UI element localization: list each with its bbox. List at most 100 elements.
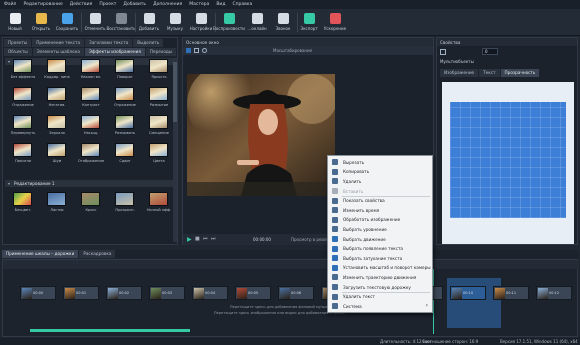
context-menu-item[interactable]: Вставить: [328, 187, 434, 196]
select-tool-icon[interactable]: [186, 48, 191, 53]
effect-thumbnail[interactable]: [149, 143, 168, 157]
effect-thumbnail[interactable]: [81, 192, 100, 206]
properties-tab[interactable]: Прозрачность: [500, 69, 540, 77]
timeline-clip[interactable]: 00:05: [235, 286, 271, 300]
object-selector[interactable]: Мультиобъекты: [440, 59, 474, 64]
context-menu-item[interactable]: Загрузить текстовую дорожку: [328, 283, 434, 292]
toolbar-button-10[interactable]: …онлайн: [244, 11, 270, 34]
effect-thumbnail[interactable]: [81, 143, 100, 157]
timeline-tab[interactable]: Применение шкалы – дорожки: [2, 250, 79, 258]
scrollbar-thumb[interactable]: [173, 62, 177, 122]
effect-thumbnail[interactable]: [47, 115, 66, 129]
context-menu-item[interactable]: Вырезать: [328, 158, 434, 167]
toolbar-button-7[interactable]: Музыку: [162, 11, 188, 34]
opacity-chart[interactable]: [450, 102, 566, 218]
stop-icon[interactable]: ■: [195, 236, 200, 242]
context-menu-item[interactable]: Выбрать появление текста: [328, 244, 434, 253]
effect-thumbnail[interactable]: [13, 87, 32, 101]
effect-thumbnail[interactable]: [115, 192, 134, 206]
effect-thumbnail[interactable]: [149, 87, 168, 101]
menu-item[interactable]: Действия: [70, 2, 93, 7]
effect-thumbnail[interactable]: [13, 143, 32, 157]
library-top-tab[interactable]: Применение текста: [32, 39, 85, 47]
library-tab[interactable]: Элементы шаблона: [32, 48, 84, 56]
effect-thumbnail[interactable]: [47, 192, 66, 206]
context-menu-item[interactable]: Изменить траекторию движения: [328, 273, 434, 282]
timeline-clip[interactable]: 00:01: [63, 286, 99, 300]
context-menu-item[interactable]: Выбрать движение: [328, 235, 434, 244]
properties-tab[interactable]: Текст: [479, 69, 500, 77]
library-tab[interactable]: Эффекты изображения: [84, 48, 145, 56]
toolbar-button-13[interactable]: Ускорение: [322, 11, 348, 34]
properties-tab[interactable]: Изображение: [440, 69, 479, 77]
toolbar-button-11[interactable]: Звонок: [270, 11, 296, 34]
zoom-dropdown[interactable]: Масштабирование: [273, 48, 312, 53]
toolbar-button-9[interactable]: Воспроизвести: [213, 11, 245, 34]
preview-canvas[interactable]: [187, 74, 335, 196]
library-top-tab[interactable]: Проекты: [4, 39, 32, 47]
crop-tool-icon[interactable]: [194, 48, 199, 53]
effect-thumbnail[interactable]: [115, 115, 134, 129]
menu-item[interactable]: Вид: [216, 2, 225, 7]
menu-item[interactable]: Файл: [4, 2, 16, 7]
effect-thumbnail[interactable]: [81, 59, 100, 73]
toolbar-button-12[interactable]: Экспорт: [296, 11, 322, 34]
timeline-clip[interactable]: 00:00: [20, 286, 56, 300]
context-menu-item[interactable]: Выбрать затухание текста: [328, 254, 434, 263]
effect-thumbnail[interactable]: [149, 115, 168, 129]
context-menu-item[interactable]: Удалить текст: [328, 292, 434, 301]
effect-thumbnail[interactable]: [13, 115, 32, 129]
effect-thumbnail[interactable]: [115, 59, 134, 73]
timeline-clip[interactable]: 00:03: [149, 286, 185, 300]
effect-thumbnail[interactable]: [81, 87, 100, 101]
timeline-clip[interactable]: 00:06: [278, 286, 314, 300]
toolbar-button-8[interactable]: Настройки: [188, 11, 214, 34]
value-input[interactable]: 0: [482, 48, 498, 55]
library-tab[interactable]: Объекты: [4, 48, 32, 56]
effect-thumbnail[interactable]: [115, 143, 134, 157]
context-menu-item[interactable]: Показать свойства: [328, 196, 434, 205]
context-menu-item[interactable]: Удалить: [328, 177, 434, 186]
context-menu-item[interactable]: Обработать изображение: [328, 216, 434, 225]
effect-thumbnail[interactable]: [47, 59, 66, 73]
context-menu-item[interactable]: Установить масштаб и поворот камеры: [328, 264, 434, 273]
effect-thumbnail[interactable]: [13, 59, 32, 73]
toolbar-button-6[interactable]: Добавить: [136, 11, 162, 34]
timeline-tab[interactable]: Раскадровка: [79, 250, 116, 258]
menu-item[interactable]: Справка: [232, 2, 252, 7]
menu-item[interactable]: Дополнения: [153, 2, 182, 7]
library-top-tab[interactable]: Выделить: [133, 39, 164, 47]
toolbar-button-1[interactable]: Новый: [2, 11, 28, 34]
effect-thumbnail[interactable]: [115, 87, 134, 101]
library-top-tab[interactable]: Заголовки текста: [85, 39, 133, 47]
toolbar-button-4[interactable]: Отменить: [82, 11, 108, 34]
group-header-2[interactable]: ▾ Редактирование 1: [5, 180, 173, 187]
toolbar-button-3[interactable]: Сохранить: [54, 11, 80, 34]
menu-item[interactable]: Редактирование: [23, 2, 62, 7]
context-menu-item[interactable]: Изменить время: [328, 206, 434, 215]
timeline-clip[interactable]: 00:02: [106, 286, 142, 300]
menu-item[interactable]: Добавить: [123, 2, 146, 7]
effect-thumbnail[interactable]: [81, 115, 100, 129]
effect-thumbnail[interactable]: [47, 87, 66, 101]
timeline-scrollbar[interactable]: [30, 329, 190, 332]
effect-thumbnail[interactable]: [47, 143, 66, 157]
shape-tool-icon[interactable]: [202, 48, 207, 53]
timeline-clip[interactable]: 00:04: [192, 286, 228, 300]
effect-thumbnail[interactable]: [149, 59, 168, 73]
timeline-clip[interactable]: 00:12: [536, 286, 572, 300]
menu-item[interactable]: Мастера: [189, 2, 209, 7]
context-menu-item[interactable]: Выбрать уровнение: [328, 225, 434, 234]
menu-item[interactable]: Проект: [99, 2, 116, 7]
timeline-ruler[interactable]: [3, 260, 579, 269]
context-menu-item[interactable]: Копировать: [328, 168, 434, 177]
toolbar-button-2[interactable]: Открыть: [28, 11, 54, 34]
timeline-clip[interactable]: 00:10: [450, 286, 486, 300]
library-scrollbar[interactable]: [173, 58, 177, 242]
library-tab[interactable]: Переходы: [145, 48, 177, 56]
toolbar-button-5[interactable]: Восстановить: [106, 11, 136, 34]
effect-thumbnail[interactable]: [149, 192, 168, 206]
play-icon[interactable]: ▶: [187, 236, 192, 243]
timeline-clip[interactable]: 00:11: [493, 286, 529, 300]
next-frame-icon[interactable]: ⏭: [211, 236, 216, 242]
